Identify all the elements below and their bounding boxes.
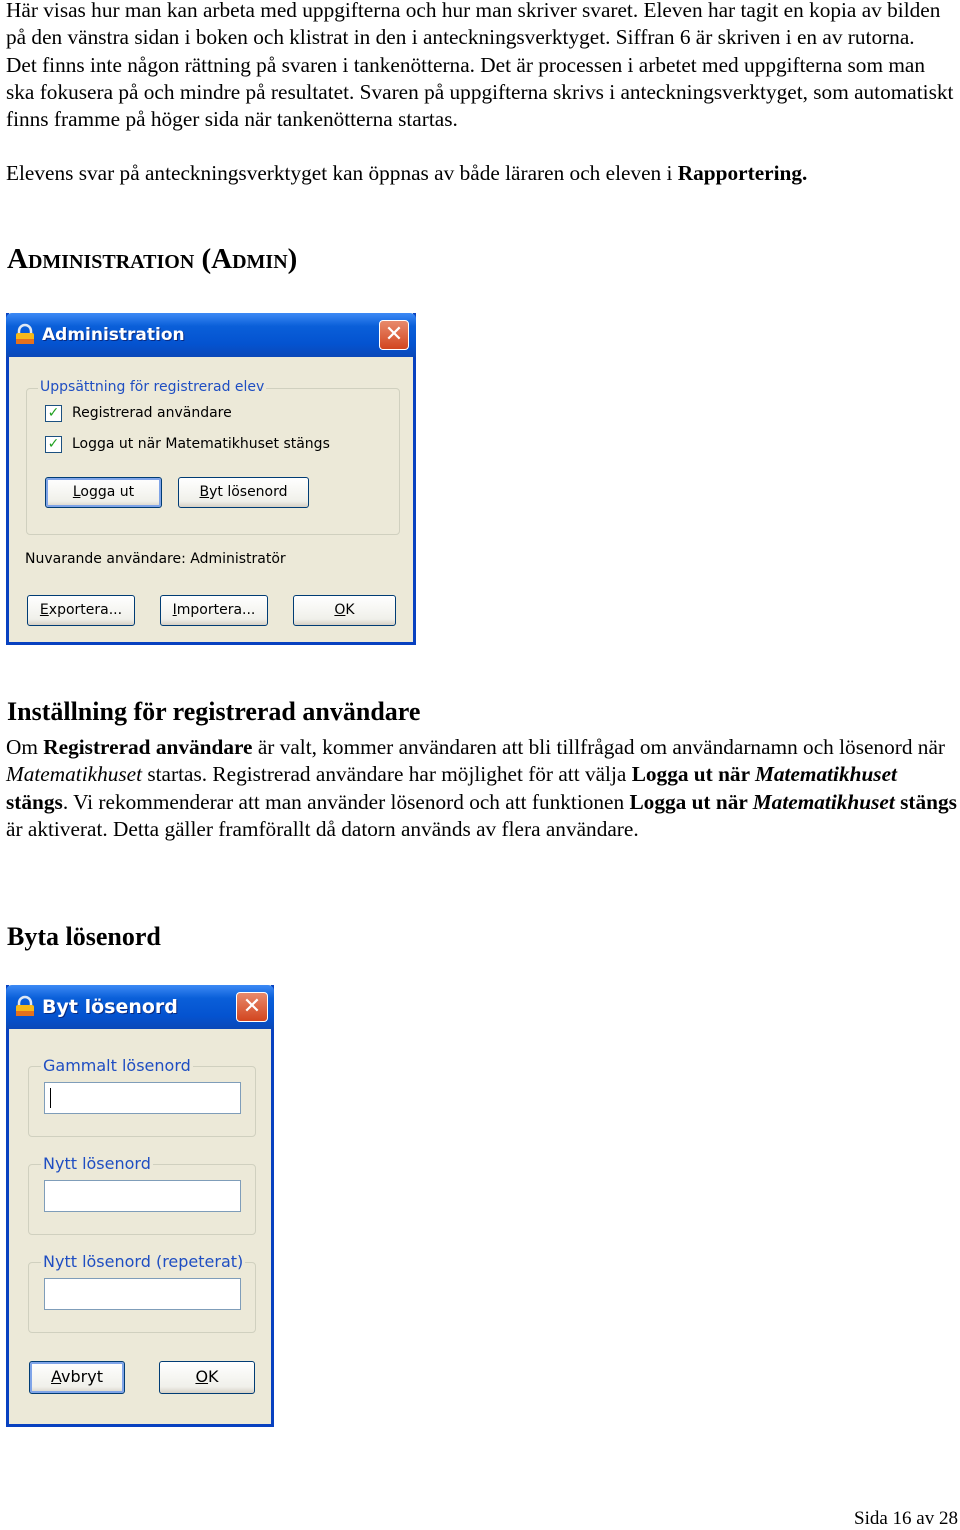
- intro-paragraph-3: Elevens svar på anteckningsverktyget kan…: [6, 160, 958, 187]
- lock-icon: [16, 323, 34, 344]
- button-label: Logga ut: [72, 484, 135, 500]
- logout-button[interactable]: Logga ut: [45, 477, 162, 508]
- button-label: Exportera...: [39, 602, 123, 618]
- page-number: Sida 16 av 28: [854, 1508, 958, 1529]
- repeat-password-input[interactable]: [44, 1278, 241, 1310]
- button-label: Importera...: [172, 602, 256, 618]
- p3-text: Elevens svar på anteckningsverktyget kan…: [6, 161, 678, 186]
- group-new-password: Nytt lösenord: [28, 1154, 256, 1235]
- close-button[interactable]: ✕: [379, 320, 409, 350]
- intro-text: Här visas hur man kan arbeta med uppgift…: [6, 0, 958, 188]
- import-button[interactable]: Importera...: [160, 595, 268, 626]
- lock-icon: [16, 995, 34, 1016]
- button-label: Avbryt: [51, 1367, 103, 1386]
- export-button[interactable]: Exportera...: [27, 595, 135, 626]
- cancel-button[interactable]: Avbryt: [29, 1361, 125, 1394]
- group-registered-student: Uppsättning för registrerad elev ✓ Regis…: [26, 379, 400, 535]
- p3-bold: Rapportering.: [677, 161, 808, 186]
- close-button[interactable]: ✕: [236, 992, 268, 1022]
- ok-button[interactable]: OK: [293, 595, 396, 626]
- checkbox-registered-user[interactable]: ✓: [45, 405, 62, 422]
- old-password-input[interactable]: [44, 1082, 241, 1114]
- titlebar: Byt lösenord ✕: [6, 985, 274, 1029]
- checkbox-label: Logga ut när Matematikhuset stängs: [72, 436, 330, 452]
- admin-dialog: Administration ✕ Uppsättning för registr…: [6, 313, 416, 645]
- intro-paragraph-2: Det finns inte någon rättning på svaren …: [6, 52, 954, 132]
- intro-paragraph-1: Här visas hur man kan arbeta med uppgift…: [6, 0, 941, 50]
- heading-registered-user: Inställning för registrerad användare: [7, 697, 421, 726]
- checkbox-logout-on-close[interactable]: ✓: [45, 436, 62, 453]
- button-label: Byt lösenord: [199, 484, 288, 500]
- group-repeat-password: Nytt lösenord (repeterat): [28, 1252, 256, 1333]
- dialog-title: Administration: [42, 325, 185, 345]
- text-caret: [50, 1088, 51, 1108]
- heading-change-password: Byta lösenord: [7, 922, 161, 951]
- titlebar: Administration ✕: [6, 313, 416, 357]
- old-password-label: Gammalt lösenord: [41, 1056, 193, 1075]
- checkbox-label: Registrerad användare: [72, 405, 232, 421]
- group-old-password: Gammalt lösenord: [28, 1056, 256, 1137]
- button-label: OK: [195, 1367, 219, 1386]
- current-user: Nuvarande användare: Administratör: [25, 551, 286, 567]
- new-password-label: Nytt lösenord: [41, 1154, 153, 1173]
- dialog-title: Byt lösenord: [42, 996, 178, 1018]
- change-password-button[interactable]: Byt lösenord: [178, 477, 309, 508]
- new-password-input[interactable]: [44, 1180, 241, 1212]
- registered-paragraph: Om Registrerad användare är valt, kommer…: [6, 735, 957, 841]
- button-label: OK: [334, 602, 355, 618]
- heading-admin: Administration (Admin): [7, 243, 298, 275]
- ok-button[interactable]: OK: [159, 1361, 255, 1394]
- repeat-password-label: Nytt lösenord (repeterat): [41, 1252, 246, 1271]
- group-label: Uppsättning för registrerad elev: [38, 379, 267, 395]
- change-password-dialog: Byt lösenord ✕ Gammalt lösenord Nytt lös…: [6, 985, 274, 1427]
